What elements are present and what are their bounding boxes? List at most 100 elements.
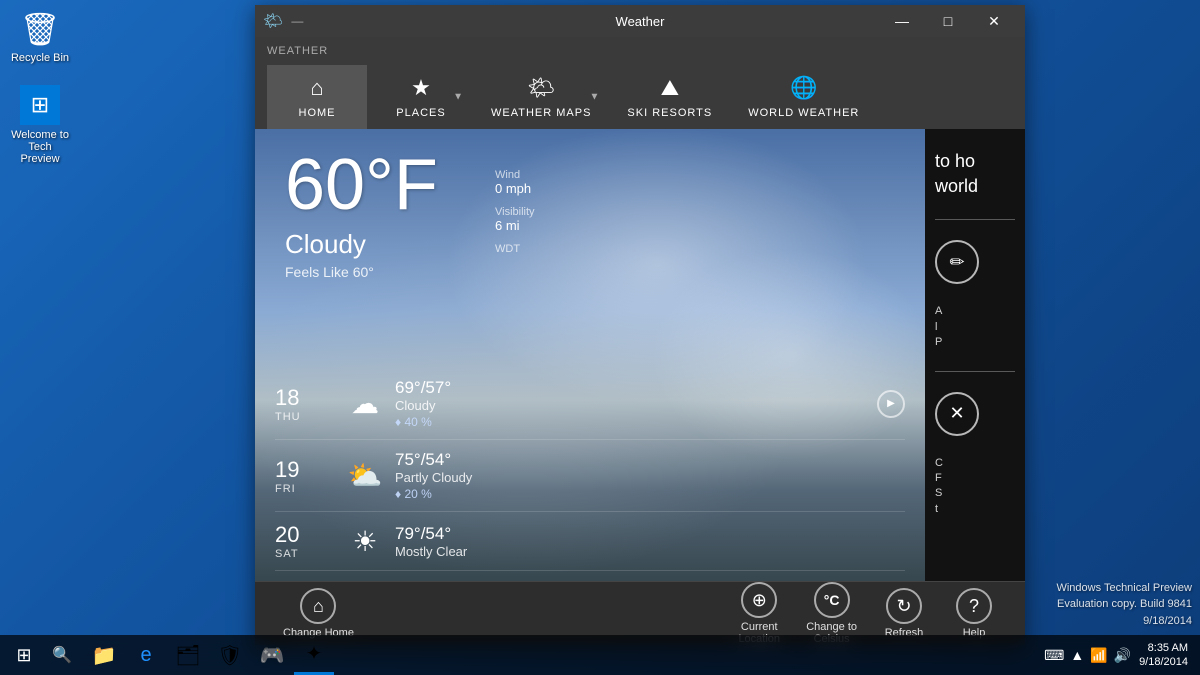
- chevron-icon[interactable]: ▲: [1070, 647, 1084, 663]
- window-title: Weather: [616, 14, 665, 29]
- title-bar-dots: —: [291, 14, 303, 28]
- nav-item-home[interactable]: ⌂ HOME: [267, 65, 367, 129]
- weather-maps-arrow: ▼: [590, 92, 600, 103]
- keyboard-icon[interactable]: ⌨: [1044, 647, 1064, 664]
- forecast-temps-thu: 69°/57° Cloudy ♦ 40 %: [395, 378, 877, 429]
- start-button[interactable]: ⊞: [4, 635, 44, 675]
- forecast-hi-lo-sat: 79°/54°: [395, 524, 905, 544]
- weather-maps-icon: 🌤: [527, 75, 555, 101]
- system-clock[interactable]: 8:35 AM 9/18/2014: [1139, 641, 1188, 670]
- forecast-precip-fri: ♦ 20 %: [395, 487, 905, 501]
- right-panel-text: to howorld: [935, 149, 1015, 199]
- places-icon: ★: [411, 75, 431, 101]
- nav-item-places[interactable]: ★ PLACES ▼: [371, 65, 471, 129]
- nav-item-ski-resorts[interactable]: ⛰ SKI RESORTS: [611, 65, 728, 129]
- forecast-precip-thu: ♦ 40 %: [395, 415, 877, 429]
- forecast-condition-fri: Partly Cloudy: [395, 470, 905, 485]
- wind-label: Wind: [495, 169, 535, 181]
- minimize-button[interactable]: —: [879, 5, 925, 37]
- current-weather: 60°F Cloudy Feels Like 60°: [285, 149, 438, 280]
- weather-maps-label: WEATHER MAPS: [491, 107, 591, 119]
- desktop: 🗑 Recycle Bin ⊞ Welcome toTech Preview 🌤…: [0, 0, 1200, 675]
- wdt-label: WDT: [495, 243, 535, 255]
- forecast-hi-lo-fri: 75°/54°: [395, 450, 905, 470]
- nav-section-label: WEATHER: [267, 45, 1013, 57]
- temperature-display: 60°F: [285, 149, 438, 221]
- visibility-value: 6 mi: [495, 218, 535, 233]
- recycle-bin-glyph: 🗑: [20, 10, 61, 48]
- forecast-day-18: 18 THU: [275, 385, 335, 423]
- taskbar-app-explorer-file[interactable]: 📁: [84, 635, 124, 675]
- welcome-label: Welcome toTech Preview: [10, 129, 70, 165]
- title-bar: 🌤 — Weather — □ ✕: [255, 5, 1025, 37]
- ski-resorts-label: SKI RESORTS: [627, 107, 712, 119]
- right-panel-divider: [935, 219, 1015, 220]
- watermark: Windows Technical Preview Evaluation cop…: [1056, 580, 1192, 630]
- forecast-condition-thu: Cloudy: [395, 398, 877, 413]
- world-weather-icon: 🌐: [790, 75, 817, 101]
- visibility-label: Visibility: [495, 206, 535, 218]
- network-icon[interactable]: 📶: [1090, 647, 1107, 664]
- taskbar-app-weather[interactable]: ✦: [294, 635, 334, 675]
- watermark-line1: Windows Technical Preview: [1056, 580, 1192, 597]
- ski-resorts-icon: ⛰: [661, 75, 679, 101]
- nav-item-weather-maps[interactable]: 🌤 WEATHER MAPS ▼: [475, 65, 607, 129]
- taskbar-app-games[interactable]: 🎮: [252, 635, 292, 675]
- taskbar-right: ⌨ ▲ 📶 🔊 8:35 AM 9/18/2014: [1044, 641, 1196, 670]
- taskbar-app-file-manager[interactable]: 🗂: [168, 635, 208, 675]
- forecast-date-18: 18: [275, 385, 335, 411]
- recycle-bin-icon[interactable]: 🗑 Recycle Bin: [10, 10, 70, 64]
- watermark-line3: 9/18/2014: [1056, 613, 1192, 630]
- places-label: PLACES: [396, 107, 445, 119]
- right-panel-note2: CFSt: [935, 456, 1015, 518]
- forecast-icon-thu: ☁: [335, 387, 395, 420]
- taskbar-app-security[interactable]: 🛡: [210, 635, 250, 675]
- clock-date: 9/18/2014: [1139, 655, 1188, 669]
- forecast-day-19: 19 FRI: [275, 457, 335, 495]
- forecast-hi-lo-thu: 69°/57°: [395, 378, 877, 398]
- nav-item-world-weather[interactable]: 🌐 WORLD WEATHER: [732, 65, 875, 129]
- home-icon: ⌂: [310, 75, 323, 101]
- system-tray-icons: ⌨ ▲ 📶 🔊: [1044, 647, 1131, 664]
- nav-items: ⌂ HOME ★ PLACES ▼ 🌤 WEATHER MAPS ▼ ⛰ SKI…: [267, 65, 1013, 129]
- forecast-item-sat: 20 SAT ☀ 79°/54° Mostly Clear: [275, 512, 905, 571]
- current-location-icon: ⊕: [741, 582, 777, 618]
- close-button[interactable]: ✕: [971, 5, 1017, 37]
- forecast-date-20: 20: [275, 522, 335, 548]
- main-content: 60°F Cloudy Feels Like 60° Wind 0 mph Vi…: [255, 129, 1025, 581]
- edit-button[interactable]: ✏: [935, 240, 979, 284]
- refresh-icon: ↻: [886, 588, 922, 624]
- maximize-button[interactable]: □: [925, 5, 971, 37]
- weather-display: 60°F Cloudy Feels Like 60° Wind 0 mph Vi…: [255, 129, 925, 581]
- recycle-bin-label: Recycle Bin: [11, 52, 69, 64]
- watermark-line2: Evaluation copy. Build 9841: [1056, 596, 1192, 613]
- app-icon: 🌤: [263, 11, 283, 31]
- search-button[interactable]: 🔍: [44, 637, 80, 673]
- taskbar-app-ie[interactable]: e: [126, 635, 166, 675]
- condition-display: Cloudy: [285, 229, 438, 260]
- window-controls: — □ ✕: [879, 5, 1017, 37]
- change-home-icon: ⌂: [300, 588, 336, 624]
- forecast-icon-fri: ⛅: [335, 459, 395, 492]
- taskbar-apps: 📁 e 🗂 🛡 🎮 ✦: [84, 635, 334, 675]
- taskbar: ⊞ 🔍 📁 e 🗂 🛡 🎮 ✦ ⌨ ▲ 📶 🔊 8:35 AM 9/18/201…: [0, 635, 1200, 675]
- forecast-condition-sat: Mostly Clear: [395, 544, 905, 559]
- world-weather-label: WORLD WEATHER: [748, 107, 859, 119]
- forecast-item-fri: 19 FRI ⛅ 75°/54° Partly Cloudy ♦ 20 %: [275, 440, 905, 512]
- weather-details: Wind 0 mph Visibility 6 mi WDT: [495, 159, 535, 255]
- delete-button[interactable]: ✕: [935, 392, 979, 436]
- welcome-tile-glyph: ⊞: [20, 85, 60, 125]
- weather-window: 🌤 — Weather — □ ✕ WEATHER ⌂ HOME ★ PLACE…: [255, 5, 1025, 645]
- forecast-date-19: 19: [275, 457, 335, 483]
- volume-icon[interactable]: 🔊: [1114, 647, 1131, 664]
- right-panel-divider2: [935, 371, 1015, 372]
- forecast-play-thu[interactable]: ▶: [877, 390, 905, 418]
- welcome-icon[interactable]: ⊞ Welcome toTech Preview: [10, 85, 70, 165]
- forecast-temps-fri: 75°/54° Partly Cloudy ♦ 20 %: [395, 450, 905, 501]
- forecast-day-20: 20 SAT: [275, 522, 335, 560]
- forecast-dow-sat: SAT: [275, 548, 335, 560]
- right-panel: to howorld ✏ AlP ✕ CFSt: [925, 129, 1025, 581]
- places-arrow: ▼: [453, 92, 463, 103]
- forecast-section: 18 THU ☁ 69°/57° Cloudy ♦ 40 % ▶: [255, 368, 925, 571]
- forecast-icon-sat: ☀: [335, 525, 395, 558]
